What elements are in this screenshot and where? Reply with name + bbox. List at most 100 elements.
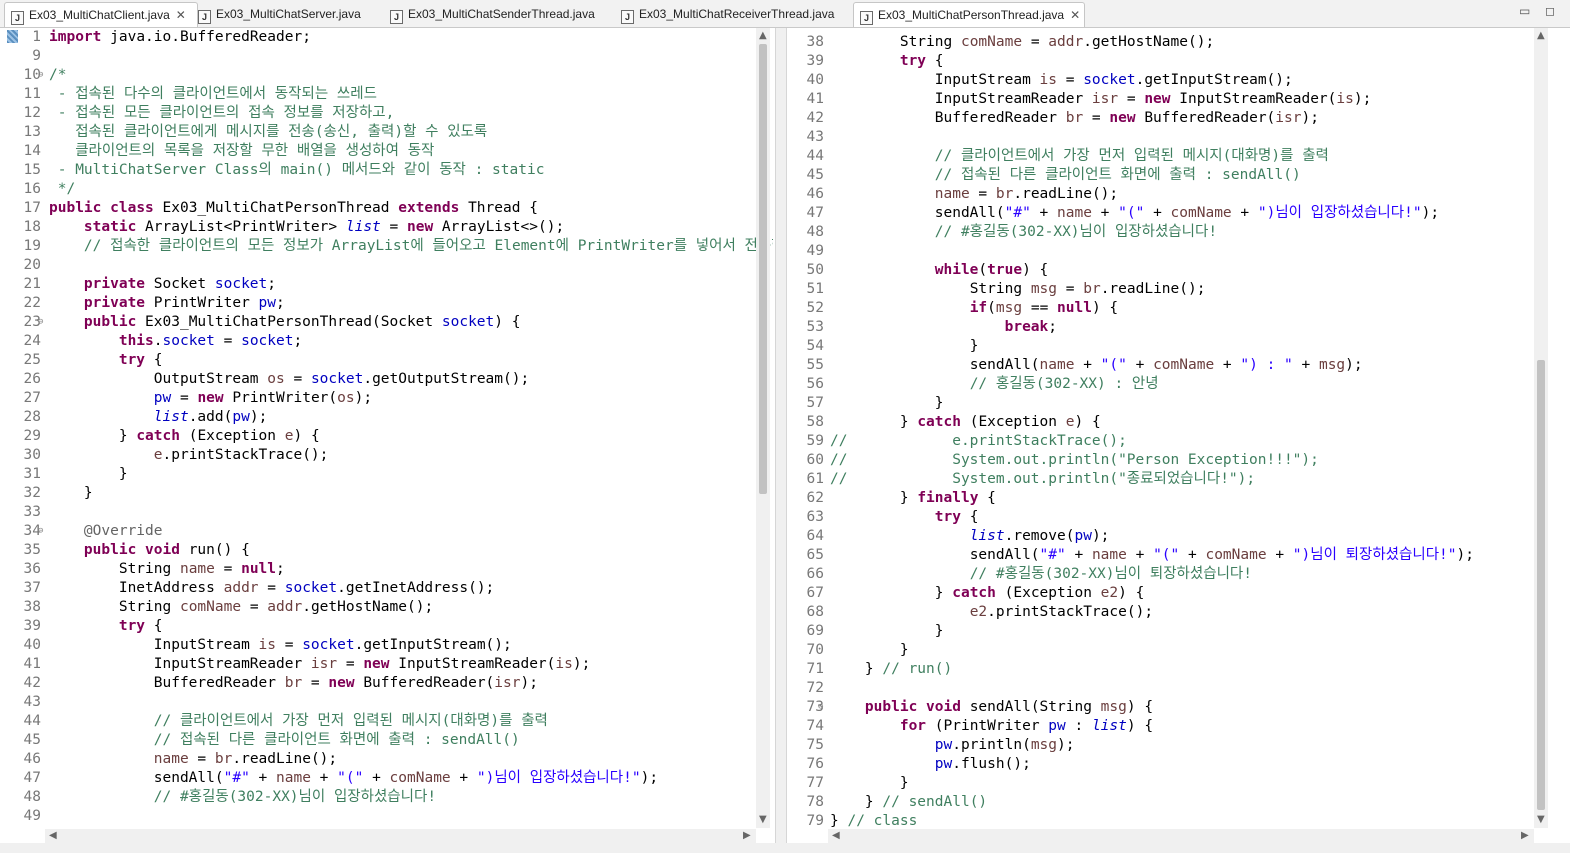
code-line[interactable]: sendAll("#" + name + "(" + comName + ")님…: [830, 204, 1439, 223]
fold-toggle-icon[interactable]: ⊖: [818, 702, 823, 712]
code-line[interactable]: } // run(): [830, 660, 952, 679]
code-line[interactable]: InputStreamReader isr = new InputStreamR…: [830, 90, 1372, 109]
code-line[interactable]: sendAll("#" + name + "(" + comName + ")님…: [830, 546, 1474, 565]
code-line[interactable]: try {: [830, 52, 944, 71]
code-line[interactable]: this.socket = socket;: [49, 332, 302, 351]
scroll-up-icon[interactable]: ▲: [1537, 30, 1545, 41]
tab-receiver-thread[interactable]: J Ex03_MultiChatReceiverThread.java: [621, 2, 851, 26]
close-icon[interactable]: ✕: [176, 8, 186, 22]
fold-toggle-icon[interactable]: ⊖: [38, 526, 43, 536]
code-line[interactable]: }: [830, 774, 909, 793]
code-line[interactable]: try {: [49, 617, 163, 636]
code-line[interactable]: // 클라이언트에서 가장 먼저 입력된 메시지(대화명)를 출력: [830, 147, 1329, 166]
code-line[interactable]: /*: [49, 66, 66, 85]
code-line[interactable]: InputStream is = socket.getInputStream()…: [49, 636, 512, 655]
code-line[interactable]: // 클라이언트에서 가장 먼저 입력된 메시지(대화명)를 출력: [49, 712, 548, 731]
code-line[interactable]: list.add(pw);: [49, 408, 268, 427]
right-horizontal-scrollbar[interactable]: ◀ ▶: [828, 829, 1534, 843]
code-line[interactable]: InetAddress addr = socket.getInetAddress…: [49, 579, 494, 598]
code-line[interactable]: BufferedReader br = new BufferedReader(i…: [49, 674, 538, 693]
code-line[interactable]: 클라이언트의 목록을 저장할 무한 배열을 생성하여 동작: [49, 142, 434, 161]
right-code-area[interactable]: String comName = addr.getHostName(); try…: [830, 28, 1535, 829]
code-line[interactable]: BufferedReader br = new BufferedReader(i…: [830, 109, 1319, 128]
code-line[interactable]: private Socket socket;: [49, 275, 276, 294]
code-line[interactable]: // System.out.println("Person Exception!…: [830, 451, 1319, 470]
code-line[interactable]: String comName = addr.getHostName();: [830, 33, 1214, 52]
code-line[interactable]: try {: [49, 351, 163, 370]
left-editor[interactable]: 1 9 10 11 12 13 14 15 16 17 18 19 20 21 22 23 24 25 26 27 28…: [5, 28, 773, 843]
code-line[interactable]: sendAll("#" + name + "(" + comName + ")님…: [49, 769, 658, 788]
code-line[interactable]: for (PrintWriter pw : list) {: [830, 717, 1153, 736]
code-line[interactable]: }: [830, 622, 944, 641]
code-line[interactable]: e2.printStackTrace();: [830, 603, 1153, 622]
scroll-right-icon[interactable]: ▶: [743, 830, 751, 841]
code-line[interactable]: pw.println(msg);: [830, 736, 1075, 755]
code-line[interactable]: name = br.readLine();: [830, 185, 1118, 204]
code-line[interactable]: // System.out.println("종료되었습니다!");: [830, 470, 1255, 489]
right-vertical-scrollbar[interactable]: ▲ ▼: [1534, 28, 1548, 828]
tab-server[interactable]: J Ex03_MultiChatServer.java: [198, 2, 378, 26]
left-vertical-scrollbar[interactable]: ▲ ▼: [756, 28, 770, 828]
close-icon[interactable]: ✕: [1070, 8, 1080, 22]
editor-split-divider[interactable]: [775, 28, 787, 853]
code-line[interactable]: // #홍길동(302-XX)님이 입장하셨습니다!: [830, 223, 1217, 242]
code-line[interactable]: - 접속된 다수의 클라이언트에서 동작되는 쓰레드: [49, 85, 377, 104]
right-scroll-thumb[interactable]: [1537, 360, 1545, 810]
scroll-left-icon[interactable]: ◀: [49, 830, 57, 841]
code-line[interactable]: // 홍길동(302-XX) : 안녕: [830, 375, 1159, 394]
code-line[interactable]: public void run() {: [49, 541, 250, 560]
code-line[interactable]: }: [49, 484, 93, 503]
code-line[interactable]: String msg = br.readLine();: [830, 280, 1206, 299]
scroll-down-icon[interactable]: ▼: [1537, 814, 1545, 825]
maximize-icon[interactable]: ◻: [1545, 4, 1555, 18]
code-line[interactable]: public Ex03_MultiChatPersonThread(Socket…: [49, 313, 521, 332]
code-line[interactable]: }: [830, 641, 909, 660]
code-line[interactable]: } catch (Exception e) {: [830, 413, 1101, 432]
fold-toggle-icon[interactable]: ⊖: [38, 70, 43, 80]
code-line[interactable]: String name = null;: [49, 560, 285, 579]
code-line[interactable]: name = br.readLine();: [49, 750, 337, 769]
code-line[interactable]: private PrintWriter pw;: [49, 294, 285, 313]
scroll-up-icon[interactable]: ▲: [759, 30, 767, 41]
code-line[interactable]: */: [49, 180, 75, 199]
code-line[interactable]: list.remove(pw);: [830, 527, 1110, 546]
tab-person-thread[interactable]: J Ex03_MultiChatPersonThread.java ✕: [853, 2, 1085, 27]
fold-toggle-icon[interactable]: ⊖: [38, 317, 43, 327]
code-line[interactable]: // 접속된 다른 클라이언트 화면에 출력 : sendAll(): [49, 731, 520, 750]
code-line[interactable]: InputStreamReader isr = new InputStreamR…: [49, 655, 591, 674]
code-line[interactable]: public class Ex03_MultiChatPersonThread …: [49, 199, 538, 218]
code-line[interactable]: - MultiChatServer Class의 main() 메서드와 같이 …: [49, 161, 545, 180]
code-line[interactable]: } // sendAll(): [830, 793, 987, 812]
scroll-down-icon[interactable]: ▼: [759, 814, 767, 825]
code-line[interactable]: pw.flush();: [830, 755, 1031, 774]
right-editor[interactable]: 38 39 40 41 42 43 44 45 46 47 48 49 50 51 52 53 54 55 56 57…: [788, 28, 1560, 843]
tab-client[interactable]: J Ex03_MultiChatClient.java ✕: [4, 2, 198, 27]
left-scroll-thumb[interactable]: [759, 44, 767, 494]
code-line[interactable]: } catch (Exception e) {: [49, 427, 320, 446]
code-line[interactable]: // #홍길동(302-XX)님이 퇴장하셨습니다!: [830, 565, 1252, 584]
code-line[interactable]: @Override: [49, 522, 163, 541]
code-line[interactable]: e.printStackTrace();: [49, 446, 329, 465]
left-horizontal-scrollbar[interactable]: ◀ ▶: [45, 829, 756, 843]
code-line[interactable]: }: [830, 337, 979, 356]
code-line[interactable]: // e.printStackTrace();: [830, 432, 1127, 451]
scroll-right-icon[interactable]: ▶: [1521, 830, 1529, 841]
code-line[interactable]: static ArrayList<PrintWriter> list = new…: [49, 218, 564, 237]
minimize-icon[interactable]: ▭: [1519, 4, 1530, 18]
code-line[interactable]: // 접속한 클라이언트의 모든 정보가 ArrayList에 들어오고 Ele…: [49, 237, 773, 256]
code-line[interactable]: // #홍길동(302-XX)님이 입장하셨습니다!: [49, 788, 436, 807]
code-line[interactable]: } finally {: [830, 489, 996, 508]
code-line[interactable]: try {: [830, 508, 979, 527]
code-line[interactable]: InputStream is = socket.getInputStream()…: [830, 71, 1293, 90]
left-code-area[interactable]: import java.io.BufferedReader; /* - 접속된 다…: [49, 28, 773, 828]
code-line[interactable]: // 접속된 다른 클라이언트 화면에 출력 : sendAll(): [830, 166, 1301, 185]
code-line[interactable]: if(msg == null) {: [830, 299, 1118, 318]
code-line[interactable]: while(true) {: [830, 261, 1049, 280]
scroll-left-icon[interactable]: ◀: [832, 830, 840, 841]
code-line[interactable]: OutputStream os = socket.getOutputStream…: [49, 370, 529, 389]
code-line[interactable]: 접속된 클라이언트에게 메시지를 전송(송신, 출력)할 수 있도록: [49, 123, 487, 142]
code-line[interactable]: - 접속된 모든 클라이언트의 접속 정보를 저장하고,: [49, 104, 395, 123]
code-line[interactable]: public void sendAll(String msg) {: [830, 698, 1153, 717]
code-line[interactable]: }: [49, 465, 128, 484]
code-line[interactable]: }: [830, 394, 944, 413]
